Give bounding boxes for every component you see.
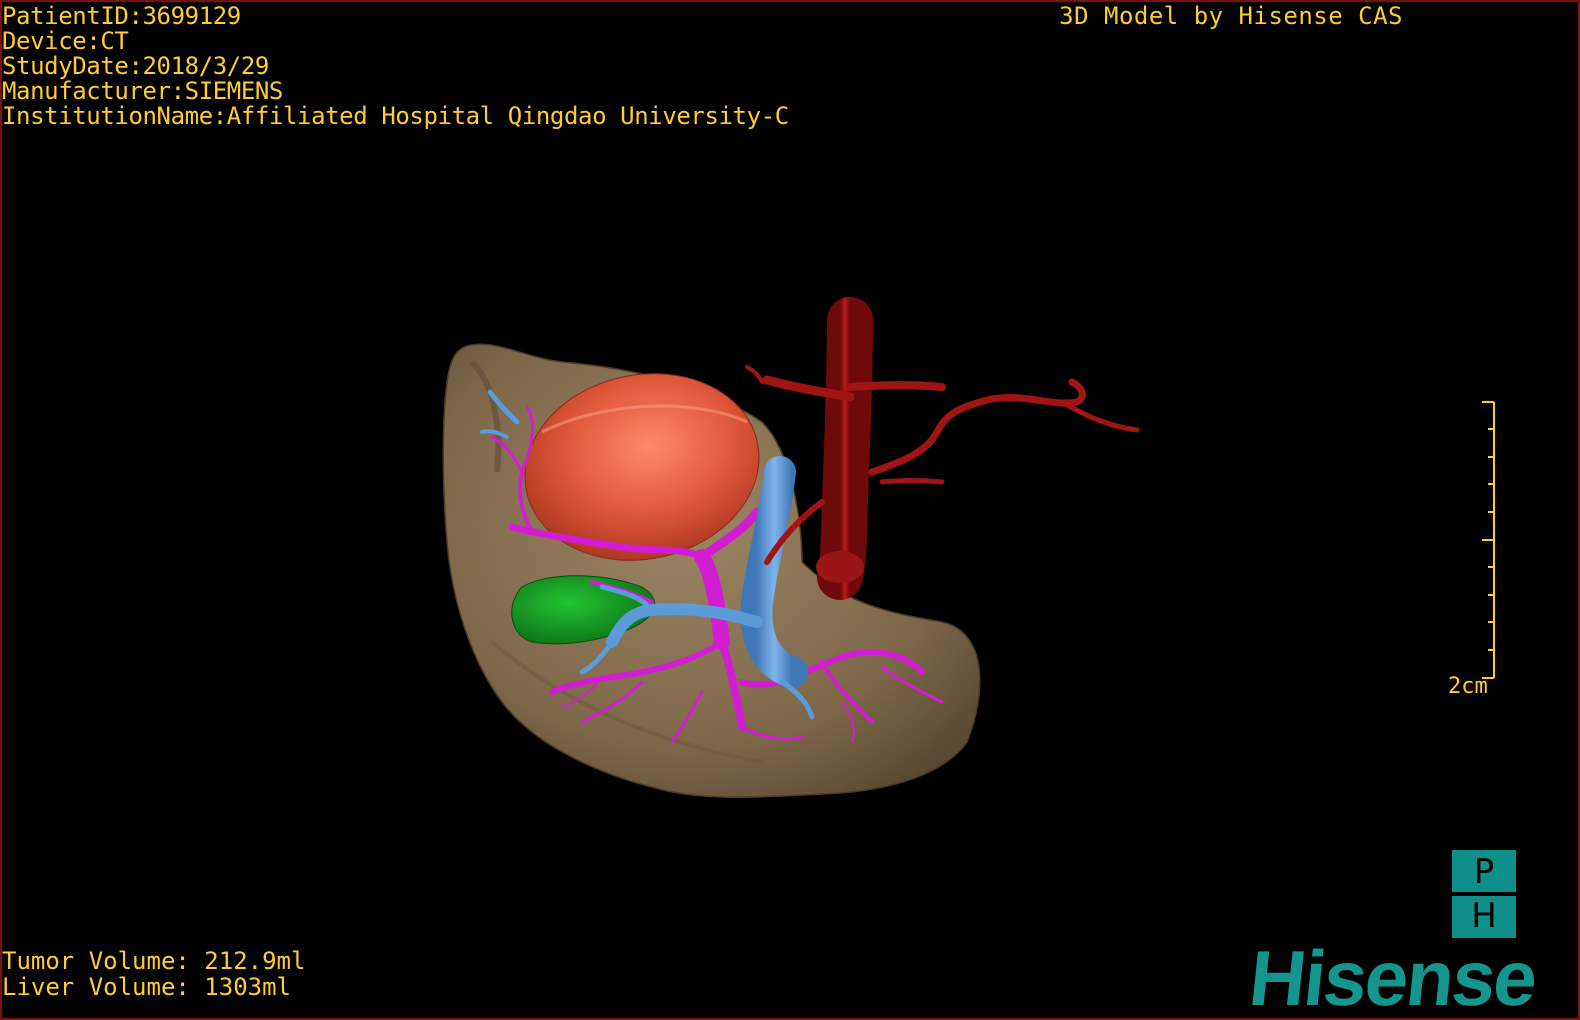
ph-logo-p: P	[1473, 852, 1495, 892]
3d-viewer-viewport[interactable]: PatientID:3699129 Device:CT StudyDate:20…	[0, 0, 1580, 1020]
manufacturer: Manufacturer:SIEMENS	[2, 77, 283, 105]
aorta-arteries[interactable]	[745, 297, 1140, 600]
institution-name: InstitutionName:Affiliated Hospital Qing…	[2, 102, 789, 130]
aorta-end	[816, 551, 864, 583]
patient-info-overlay: PatientID:3699129 Device:CT StudyDate:20…	[2, 4, 789, 129]
tumor-volume: Tumor Volume: 212.9ml	[2, 947, 306, 975]
scale-bar	[1482, 401, 1495, 679]
model-credit: 3D Model by Hisense CAS	[1059, 2, 1403, 30]
liver-3d-model[interactable]	[2, 2, 1580, 1020]
ph-logo: P H	[1452, 850, 1516, 938]
scale-bar-label: 2cm	[1448, 674, 1488, 699]
ph-logo-h: H	[1471, 896, 1497, 936]
patient-id: PatientID:3699129	[2, 2, 241, 30]
liver-volume: Liver Volume: 1303ml	[2, 973, 291, 1001]
volume-overlay: Tumor Volume: 212.9ml Liver Volume: 1303…	[2, 948, 305, 1000]
study-date: StudyDate:2018/3/29	[2, 52, 269, 80]
device: Device:CT	[2, 27, 129, 55]
hisense-logo: Hisense	[1245, 934, 1540, 1020]
